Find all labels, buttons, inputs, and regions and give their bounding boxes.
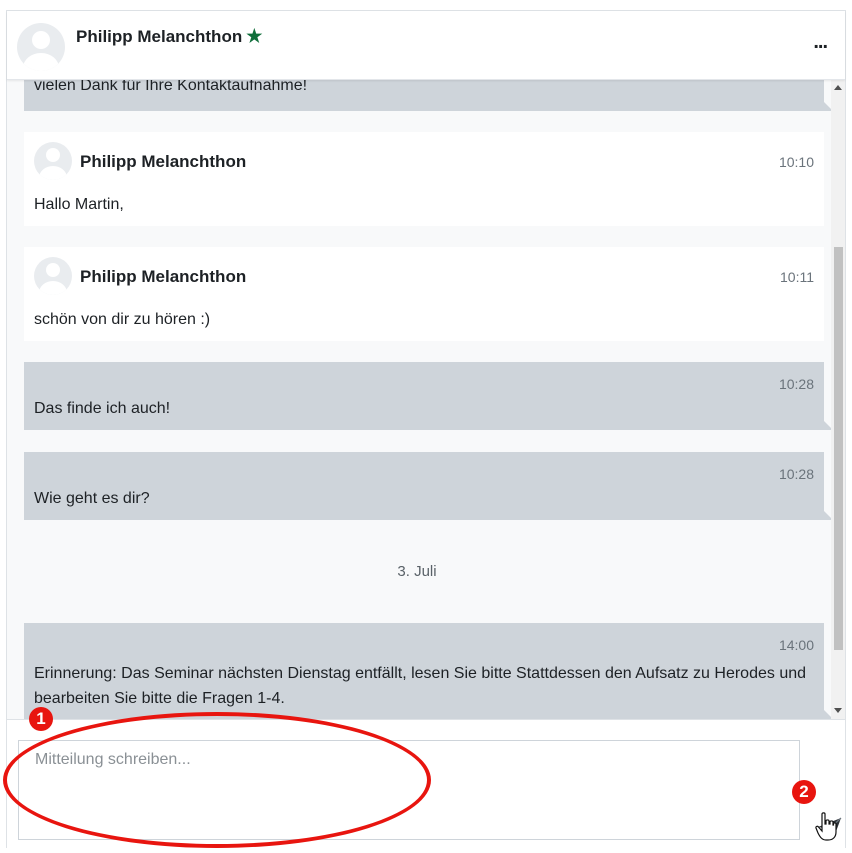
message-text: schön von dir zu hören :) bbox=[34, 311, 211, 328]
message-list[interactable]: vielen Dank für Ihre Kontaktaufnahme! Ph… bbox=[7, 79, 845, 719]
sender-avatar[interactable] bbox=[34, 142, 72, 180]
message-bubble-received: Philipp Melanchthon 10:11 schön von dir … bbox=[24, 247, 824, 341]
avatar-head bbox=[32, 31, 50, 49]
message-text: Das finde ich auch! bbox=[34, 400, 171, 417]
message-bubble-sent: 10:28 Wie geht es dir? bbox=[24, 452, 833, 520]
more-options-button[interactable]: ... bbox=[813, 31, 828, 54]
avatar-body bbox=[39, 281, 67, 295]
avatar-body bbox=[39, 166, 67, 180]
annotation-badge-2: 2 bbox=[792, 780, 816, 804]
message-bubble-partial: vielen Dank für Ihre Kontaktaufnahme! bbox=[24, 79, 833, 111]
annotation-badge-1: 1 bbox=[29, 707, 53, 731]
message-time: 10:28 bbox=[778, 466, 814, 482]
avatar-head bbox=[46, 263, 60, 277]
message-time: 10:10 bbox=[778, 154, 814, 170]
message-time: 10:28 bbox=[778, 376, 814, 392]
scroll-down-arrow-icon[interactable] bbox=[834, 708, 842, 713]
chat-panel: Philipp Melanchthon ★ ... vielen Dank für… bbox=[6, 10, 846, 848]
message-bubble-received: Philipp Melanchthon 10:10 Hallo Martin, bbox=[24, 132, 824, 226]
sender-name[interactable]: Philipp Melanchthon bbox=[80, 267, 246, 287]
contact-avatar[interactable] bbox=[17, 23, 65, 71]
date-separator: 3. Juli bbox=[397, 563, 437, 580]
message-text: Erinnerung: Das Seminar nächsten Diensta… bbox=[34, 665, 807, 707]
avatar-body bbox=[23, 53, 59, 71]
contact-name[interactable]: Philipp Melanchthon bbox=[76, 27, 242, 46]
hand-pointer-cursor-icon bbox=[815, 812, 837, 841]
conversation-header: Philipp Melanchthon ★ ... bbox=[7, 11, 845, 80]
message-text: Wie geht es dir? bbox=[34, 490, 150, 507]
message-input[interactable] bbox=[18, 740, 800, 840]
scroll-up-arrow-icon[interactable] bbox=[834, 85, 842, 90]
message-time: 14:00 bbox=[778, 637, 814, 653]
message-time: 10:11 bbox=[780, 269, 814, 285]
avatar-head bbox=[46, 148, 60, 162]
message-text: vielen Dank für Ihre Kontaktaufnahme! bbox=[34, 79, 308, 94]
message-text: Hallo Martin, bbox=[34, 196, 124, 213]
scrollbar-thumb[interactable] bbox=[834, 247, 843, 650]
star-icon[interactable]: ★ bbox=[246, 26, 262, 46]
sender-avatar[interactable] bbox=[34, 257, 72, 295]
scrollbar[interactable] bbox=[831, 79, 845, 719]
message-bubble-sent: 10:28 Das finde ich auch! bbox=[24, 362, 833, 430]
message-composer bbox=[7, 719, 845, 848]
sender-name[interactable]: Philipp Melanchthon bbox=[80, 152, 246, 172]
message-bubble-sent: 14:00 Erinnerung: Das Seminar nächsten D… bbox=[24, 623, 833, 719]
contact-name-row[interactable]: Philipp Melanchthon ★ bbox=[76, 26, 262, 47]
